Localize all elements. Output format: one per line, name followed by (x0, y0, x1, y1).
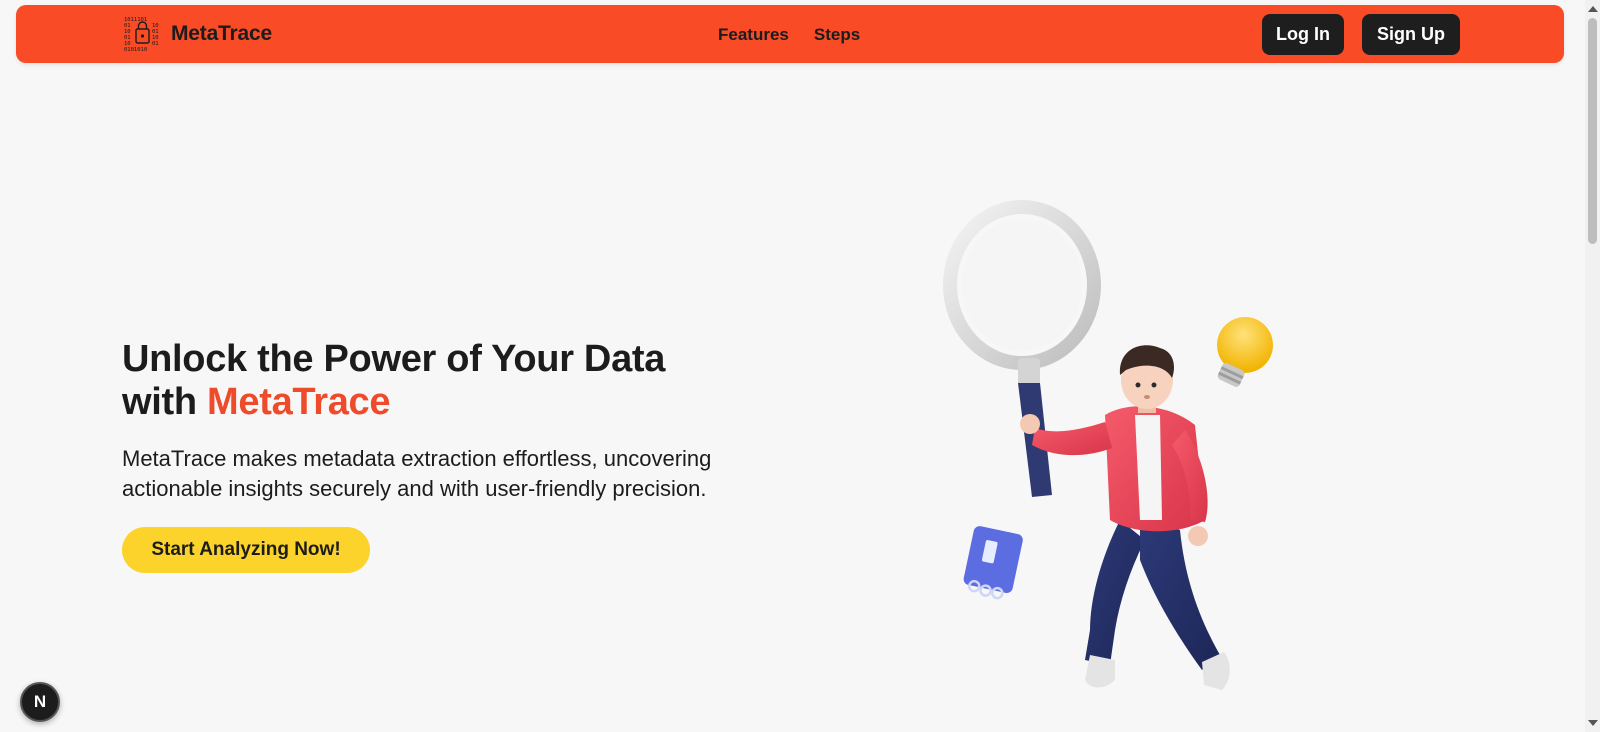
hero-title-line1: Unlock the Power of Your Data (122, 338, 666, 380)
hero-title-accent: MetaTrace (207, 381, 391, 423)
lightbulb-icon (1217, 317, 1273, 387)
hero-title-prefix: with (122, 381, 208, 423)
person-figure (1020, 345, 1230, 690)
nav-link-steps[interactable]: Steps (814, 25, 860, 45)
nav-link-features[interactable]: Features (718, 25, 789, 45)
brand-logo[interactable]: 1011101 01 10 10 01 01 10 10 01 0101010 Meta… (123, 15, 272, 53)
scroll-thumb[interactable] (1588, 18, 1597, 244)
hero-section: Unlock the Power of Your Data with MetaT… (122, 338, 802, 573)
hero-title: Unlock the Power of Your Data with MetaT… (122, 338, 802, 424)
svg-text:0101010: 0101010 (124, 47, 147, 53)
binary-lock-icon: 1011101 01 10 10 01 01 10 10 01 0101010 (124, 17, 159, 53)
dev-indicator-button[interactable]: N (20, 682, 60, 722)
dev-indicator-letter: N (33, 692, 47, 711)
nav-links: Features Steps (718, 25, 860, 45)
brand-name: MetaTrace (171, 22, 272, 45)
hero-description: MetaTrace makes metadata extraction effo… (122, 446, 712, 501)
scroll-down-arrow-icon[interactable] (1588, 720, 1598, 726)
navbar: 1011101 01 10 10 01 01 10 10 01 0101010 Meta… (16, 5, 1564, 63)
login-button[interactable]: Log In (1262, 14, 1344, 55)
start-analyzing-button[interactable]: Start Analyzing Now! (122, 527, 370, 573)
person-with-magnifying-glass-illustration (943, 200, 1273, 690)
page-scrollbar[interactable] (1585, 0, 1600, 732)
svg-text:01: 01 (152, 41, 159, 47)
signup-button[interactable]: Sign Up (1362, 14, 1460, 55)
notebook-icon (963, 526, 1023, 600)
scroll-up-arrow-icon[interactable] (1588, 6, 1598, 12)
